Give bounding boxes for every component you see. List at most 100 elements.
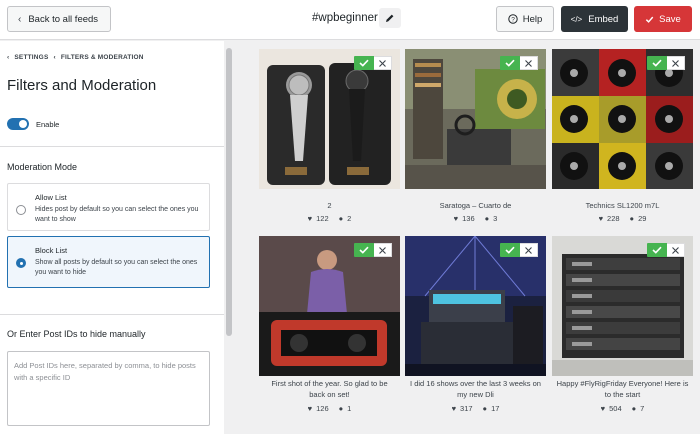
comment-icon: ● xyxy=(338,404,344,413)
approve-button[interactable] xyxy=(500,243,520,257)
allow-list-title: Allow List xyxy=(35,193,67,202)
hide-button[interactable] xyxy=(374,56,392,70)
post-stats: ♥ 228 ● 29 xyxy=(552,214,693,223)
post-ids-placeholder: Add Post IDs here, separated by comma, t… xyxy=(14,361,196,382)
approve-button[interactable] xyxy=(647,56,667,70)
edit-feed-name-button[interactable] xyxy=(379,8,401,28)
post-card[interactable]: Happy #FlyRigFriday Everyone! Here is to… xyxy=(552,236,693,426)
post-ids-input[interactable]: Add Post IDs here, separated by comma, t… xyxy=(7,351,210,426)
close-icon xyxy=(525,246,532,254)
moderation-controls xyxy=(500,243,538,257)
help-circle-icon: ? xyxy=(508,14,518,24)
chevron-left-icon: ‹ xyxy=(18,13,22,25)
close-icon xyxy=(672,59,679,67)
help-button[interactable]: ? Help xyxy=(496,6,554,32)
post-card[interactable]: Technics SL1200 m7L ♥ 228 ● 29 xyxy=(552,49,693,223)
post-caption: Technics SL1200 m7L xyxy=(585,201,660,210)
post-card[interactable]: 2 ♥ 122 ● 2 xyxy=(259,49,400,223)
embed-button[interactable]: </> Embed xyxy=(561,6,628,32)
post-caption: 2 xyxy=(327,201,332,210)
post-image xyxy=(259,236,400,376)
breadcrumb-filters: FILTERS & MODERATION xyxy=(60,54,144,61)
comment-icon: ● xyxy=(338,214,344,223)
back-button-label: Back to all feeds xyxy=(28,13,99,25)
post-image xyxy=(259,49,400,189)
hide-button[interactable] xyxy=(667,56,685,70)
post-stats: ♥ 126 ● 1 xyxy=(259,404,400,413)
approve-button[interactable] xyxy=(647,243,667,257)
check-icon xyxy=(505,59,515,67)
allow-list-option[interactable]: Allow List Hides post by default so you … xyxy=(7,183,210,231)
likes-count: 228 xyxy=(607,214,620,223)
heart-icon: ♥ xyxy=(453,214,459,223)
heart-icon: ♥ xyxy=(600,404,606,413)
approve-button[interactable] xyxy=(500,56,520,70)
heart-icon: ♥ xyxy=(451,404,457,413)
comments-count: 29 xyxy=(638,214,647,223)
moderation-controls xyxy=(647,56,685,70)
enable-toggle[interactable] xyxy=(7,118,29,130)
allow-list-radio[interactable] xyxy=(16,205,26,215)
check-icon xyxy=(359,59,369,67)
comments-count: 7 xyxy=(640,404,645,413)
panel-title: Filters and Moderation xyxy=(7,77,157,94)
comment-icon: ● xyxy=(631,404,637,413)
moderation-controls xyxy=(354,56,392,70)
allow-list-desc: Hides post by default so you can select … xyxy=(35,206,199,223)
breadcrumb-settings[interactable]: SETTINGS xyxy=(14,54,48,61)
post-card[interactable]: I did 16 shows over the last 3 weeks on … xyxy=(405,236,546,426)
check-icon xyxy=(652,246,662,254)
check-icon xyxy=(646,16,654,23)
save-button[interactable]: Save xyxy=(634,6,692,32)
likes-count: 122 xyxy=(316,214,329,223)
moderation-controls xyxy=(354,243,392,257)
feed-name: #wpbeginner xyxy=(312,12,378,24)
comments-count: 2 xyxy=(347,214,352,223)
post-image xyxy=(405,49,546,189)
sidebar-scroll-thumb[interactable] xyxy=(226,48,232,336)
comment-icon: ● xyxy=(482,404,488,413)
block-list-title: Block List xyxy=(35,246,68,255)
chevron-left-icon: ‹ xyxy=(53,54,56,61)
comment-icon: ● xyxy=(484,214,490,223)
heart-icon: ♥ xyxy=(307,404,313,413)
likes-count: 317 xyxy=(460,404,473,413)
close-icon xyxy=(672,246,679,254)
comments-count: 1 xyxy=(347,404,352,413)
post-card[interactable]: First shot of the year. So glad to be ba… xyxy=(259,236,400,426)
embed-label: Embed xyxy=(588,13,619,25)
post-image xyxy=(552,236,693,376)
hide-button[interactable] xyxy=(520,56,538,70)
divider xyxy=(0,146,224,147)
breadcrumb: ‹ SETTINGS ‹ FILTERS & MODERATION xyxy=(7,54,144,61)
comment-icon: ● xyxy=(629,214,635,223)
hide-button[interactable] xyxy=(374,243,392,257)
comments-count: 3 xyxy=(493,214,498,223)
block-list-radio[interactable] xyxy=(16,258,26,268)
back-to-feeds-button[interactable]: ‹ Back to all feeds xyxy=(7,6,111,32)
post-stats: ♥ 317 ● 17 xyxy=(405,404,546,413)
check-icon xyxy=(505,246,515,254)
moderation-controls xyxy=(647,243,685,257)
close-icon xyxy=(525,59,532,67)
post-ids-title: Or Enter Post IDs to hide manually xyxy=(7,329,146,339)
help-label: Help xyxy=(522,13,543,25)
heart-icon: ♥ xyxy=(307,214,313,223)
heart-icon: ♥ xyxy=(598,214,604,223)
post-image xyxy=(552,49,693,189)
code-icon: </> xyxy=(570,14,583,24)
likes-count: 504 xyxy=(609,404,622,413)
hide-button[interactable] xyxy=(520,243,538,257)
settings-sidebar: ‹ SETTINGS ‹ FILTERS & MODERATION Filter… xyxy=(0,41,233,434)
moderation-controls xyxy=(500,56,538,70)
hide-button[interactable] xyxy=(667,243,685,257)
post-card[interactable]: Saratoga – Cuarto de ♥ 136 ● 3 xyxy=(405,49,546,223)
feed-preview: 2 ♥ 122 ● 2 Saratoga – Cuarto de ♥ 136 ●… xyxy=(234,41,700,434)
top-bar: ‹ Back to all feeds #wpbeginner ? Help <… xyxy=(0,0,700,40)
approve-button[interactable] xyxy=(354,56,374,70)
likes-count: 126 xyxy=(316,404,329,413)
approve-button[interactable] xyxy=(354,243,374,257)
post-caption: Saratoga – Cuarto de xyxy=(439,201,512,210)
block-list-option[interactable]: Block List Show all posts by default so … xyxy=(7,236,210,288)
enable-label: Enable xyxy=(36,120,60,129)
